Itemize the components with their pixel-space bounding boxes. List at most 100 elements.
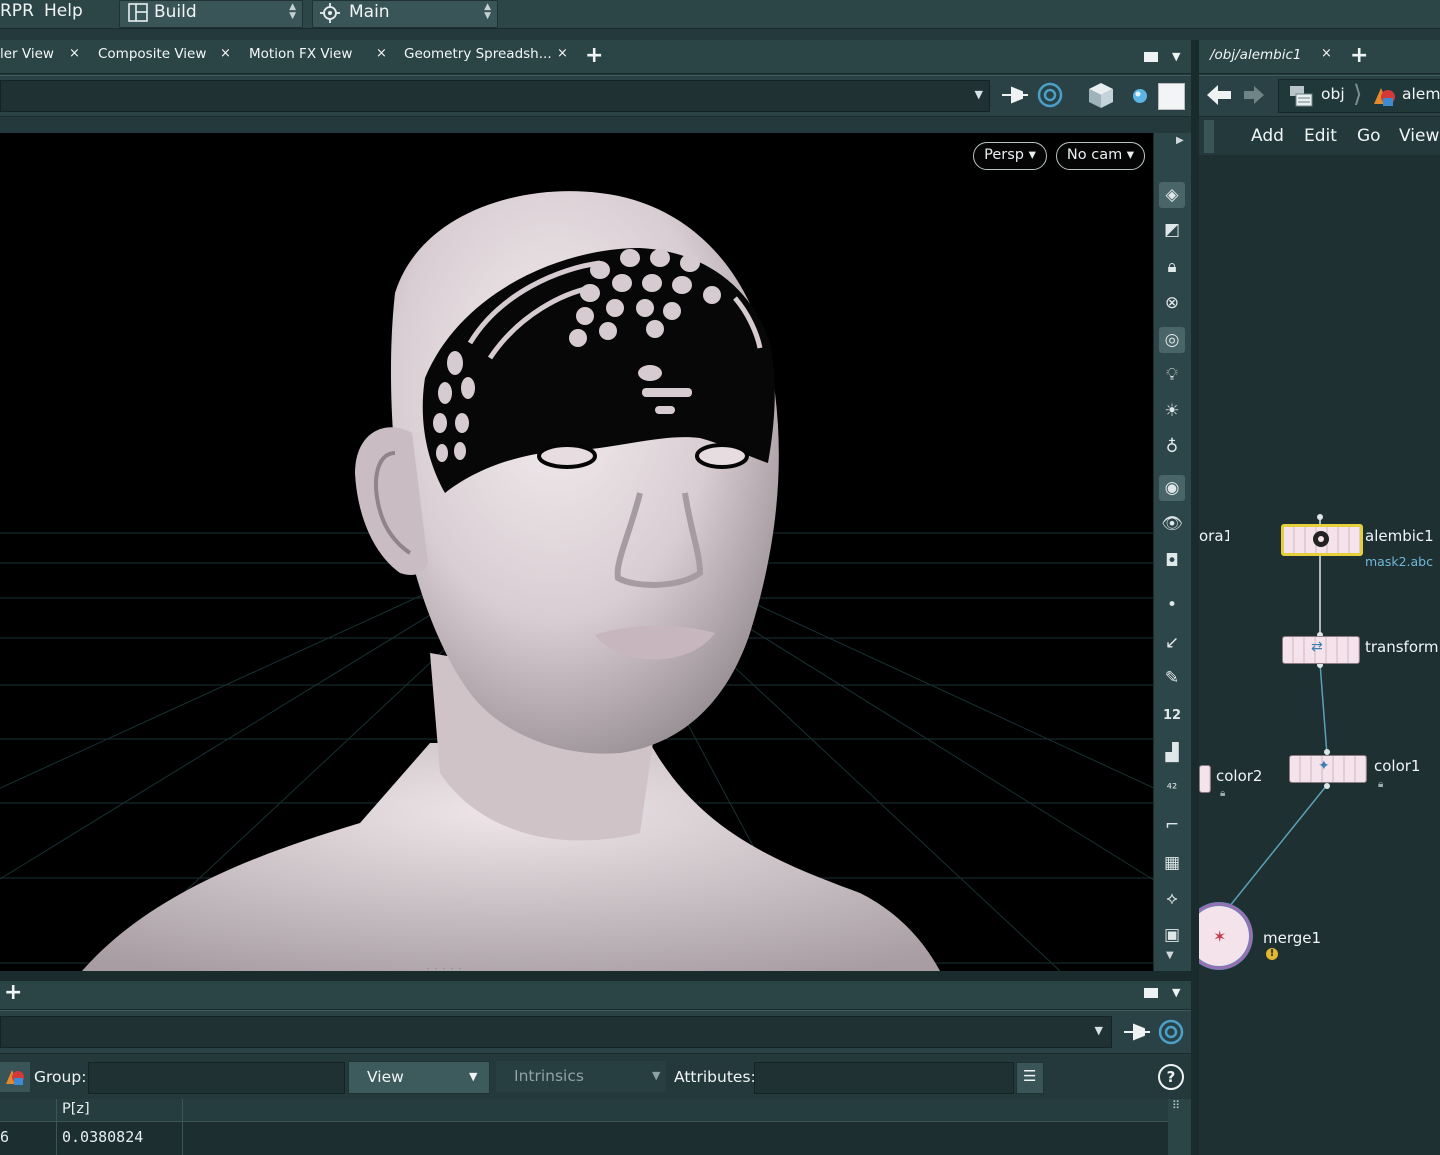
- lens-icon[interactable]: ◎: [1159, 327, 1185, 353]
- pane-divider-horizontal[interactable]: [0, 971, 1191, 981]
- node-file-label: mask2.abc: [1365, 554, 1433, 569]
- scroll-down-icon[interactable]: ▼: [1166, 950, 1174, 961]
- pane-menu-icon[interactable]: ▼: [1172, 986, 1180, 999]
- main-menubar: RPR Help Build ▲ ▼ Main ▲ ▼: [0, 0, 1440, 29]
- lock-icon: 🔒︎: [1220, 788, 1226, 799]
- filter-icon: ☰: [1023, 1067, 1037, 1085]
- breadcrumb-obj[interactable]: obj: [1321, 85, 1345, 103]
- viewer-path-field[interactable]: ▼: [0, 80, 990, 112]
- breadcrumb-separator: ⟩: [1353, 80, 1363, 108]
- close-icon[interactable]: ×: [376, 46, 387, 61]
- angle-icon[interactable]: ⌐: [1159, 812, 1185, 838]
- close-icon[interactable]: ⊗: [1159, 290, 1185, 316]
- column-header[interactable]: P[z]: [62, 1101, 90, 1117]
- menu-help[interactable]: Help: [44, 0, 83, 22]
- breadcrumb-node[interactable]: alem: [1402, 85, 1440, 103]
- sphere-icon[interactable]: [1128, 84, 1152, 108]
- light-link-icon[interactable]: ♁: [1159, 434, 1185, 460]
- add-tab-button[interactable]: +: [585, 45, 603, 67]
- spreadsheet-tab-strip: [0, 981, 1191, 1010]
- grid-icon: ⠿: [1172, 1099, 1181, 1112]
- add-tab-button[interactable]: +: [1350, 45, 1368, 67]
- spreadsheet-path-field[interactable]: ▼: [0, 1016, 1112, 1048]
- tab-geometry-spreadsheet[interactable]: Geometry Spreadsh...: [404, 46, 552, 62]
- snapshot-icon[interactable]: ◘: [1159, 548, 1185, 574]
- maximize-pane-icon[interactable]: [1144, 988, 1158, 998]
- breadcrumb: obj ⟩ alem: [1278, 79, 1440, 113]
- forward-arrow-icon[interactable]: [1242, 84, 1266, 106]
- tab-network[interactable]: /obj/alembic1: [1210, 47, 1302, 63]
- node-type-button[interactable]: [0, 1062, 30, 1092]
- maximize-pane-icon[interactable]: [1144, 52, 1158, 62]
- table-header: [0, 1099, 1168, 1122]
- light-icon[interactable]: 💡︎: [1159, 362, 1185, 388]
- add-tab-button[interactable]: +: [4, 982, 22, 1004]
- menu-view[interactable]: View: [1399, 126, 1439, 146]
- node-color2[interactable]: [1199, 765, 1211, 793]
- ghost-icon[interactable]: ◩: [1159, 217, 1185, 243]
- desktop-selector[interactable]: Build ▲ ▼: [119, 0, 303, 28]
- lock-camera-icon[interactable]: 🔒︎: [1159, 254, 1185, 280]
- pane-menu-icon[interactable]: ▼: [1172, 50, 1180, 63]
- axis-icon[interactable]: ⟡: [1159, 886, 1185, 912]
- shading-icon[interactable]: ◉: [1159, 475, 1185, 501]
- camera-mode-menu[interactable]: Persp ▾: [973, 142, 1047, 170]
- context-selector[interactable]: Main ▲ ▼: [312, 0, 498, 28]
- node-color1[interactable]: ✦: [1289, 755, 1367, 783]
- attribute-filter-button[interactable]: ☰: [1016, 1062, 1044, 1094]
- tab-render-view[interactable]: ler View: [0, 46, 54, 62]
- light-add-icon[interactable]: ☀: [1159, 398, 1185, 424]
- collapse-arrow-icon[interactable]: ▶: [1176, 135, 1184, 146]
- color-node-icon: ✦: [1318, 758, 1330, 774]
- back-arrow-icon[interactable]: [1205, 82, 1233, 108]
- menu-go[interactable]: Go: [1357, 126, 1381, 146]
- table-cell: 0.0380824: [62, 1128, 144, 1146]
- node-merge1[interactable]: ✶: [1199, 898, 1255, 974]
- node-alembic1[interactable]: [1281, 524, 1363, 556]
- menu-add[interactable]: Add: [1251, 126, 1284, 146]
- grid-icon[interactable]: ▦: [1159, 850, 1185, 876]
- point-icon[interactable]: •: [1159, 592, 1185, 618]
- view-dropdown[interactable]: View ▼: [348, 1061, 490, 1094]
- group-label: Group:: [34, 1068, 87, 1086]
- background-color-swatch[interactable]: [1158, 83, 1185, 110]
- node-transform1[interactable]: ⇄: [1282, 636, 1360, 664]
- number-display-icon[interactable]: ⁴²: [1159, 776, 1185, 802]
- camera-menu[interactable]: No cam ▾: [1056, 142, 1145, 170]
- pane-divider[interactable]: [1191, 40, 1199, 1155]
- close-icon[interactable]: ×: [1321, 46, 1332, 61]
- tab-composite-view[interactable]: Composite View: [98, 46, 206, 62]
- cube-icon[interactable]: [1086, 80, 1116, 110]
- attributes-input[interactable]: [754, 1062, 1014, 1094]
- scroll-handle[interactable]: [1204, 120, 1214, 153]
- normal-icon[interactable]: ↙: [1159, 630, 1185, 656]
- dropdown-arrow-icon[interactable]: ▼: [1095, 1024, 1103, 1037]
- brush-icon[interactable]: ✎: [1159, 665, 1185, 691]
- target-icon[interactable]: [1157, 1018, 1185, 1046]
- visibility-icon[interactable]: 👁︎: [1159, 511, 1185, 537]
- warning-icon[interactable]: !: [1266, 948, 1278, 960]
- intrinsics-label: Intrinsics: [514, 1067, 584, 1085]
- close-icon[interactable]: ×: [557, 46, 568, 61]
- number-display-icon[interactable]: 12: [1159, 702, 1185, 728]
- close-icon[interactable]: ×: [69, 46, 80, 61]
- table-scrollbar[interactable]: ⠿: [1168, 1099, 1191, 1155]
- dropdown-arrow-icon[interactable]: ▼: [975, 88, 983, 101]
- pin-icon[interactable]: [1122, 1019, 1152, 1045]
- menu-rpr[interactable]: RPR: [0, 0, 34, 22]
- pin-icon[interactable]: [1000, 82, 1030, 108]
- lock-icon: 🔒︎: [1378, 779, 1384, 790]
- window-icon[interactable]: ▣: [1159, 922, 1185, 948]
- close-icon[interactable]: ×: [220, 46, 231, 61]
- menu-edit[interactable]: Edit: [1304, 126, 1337, 146]
- tab-motion-fx-view[interactable]: Motion FX View: [249, 46, 352, 62]
- view-label: View: [367, 1068, 404, 1086]
- group-input[interactable]: [88, 1062, 345, 1094]
- target-icon[interactable]: [1036, 81, 1064, 109]
- attributes-label: Attributes:: [674, 1068, 756, 1086]
- scene-viewport[interactable]: ⋮⋮⋮⋮⋮: [0, 133, 1153, 971]
- display-options-icon[interactable]: ◈: [1159, 182, 1185, 208]
- help-icon[interactable]: ?: [1158, 1064, 1184, 1090]
- paint-icon[interactable]: ▟: [1159, 740, 1185, 766]
- intrinsics-dropdown[interactable]: Intrinsics ▼: [496, 1061, 666, 1092]
